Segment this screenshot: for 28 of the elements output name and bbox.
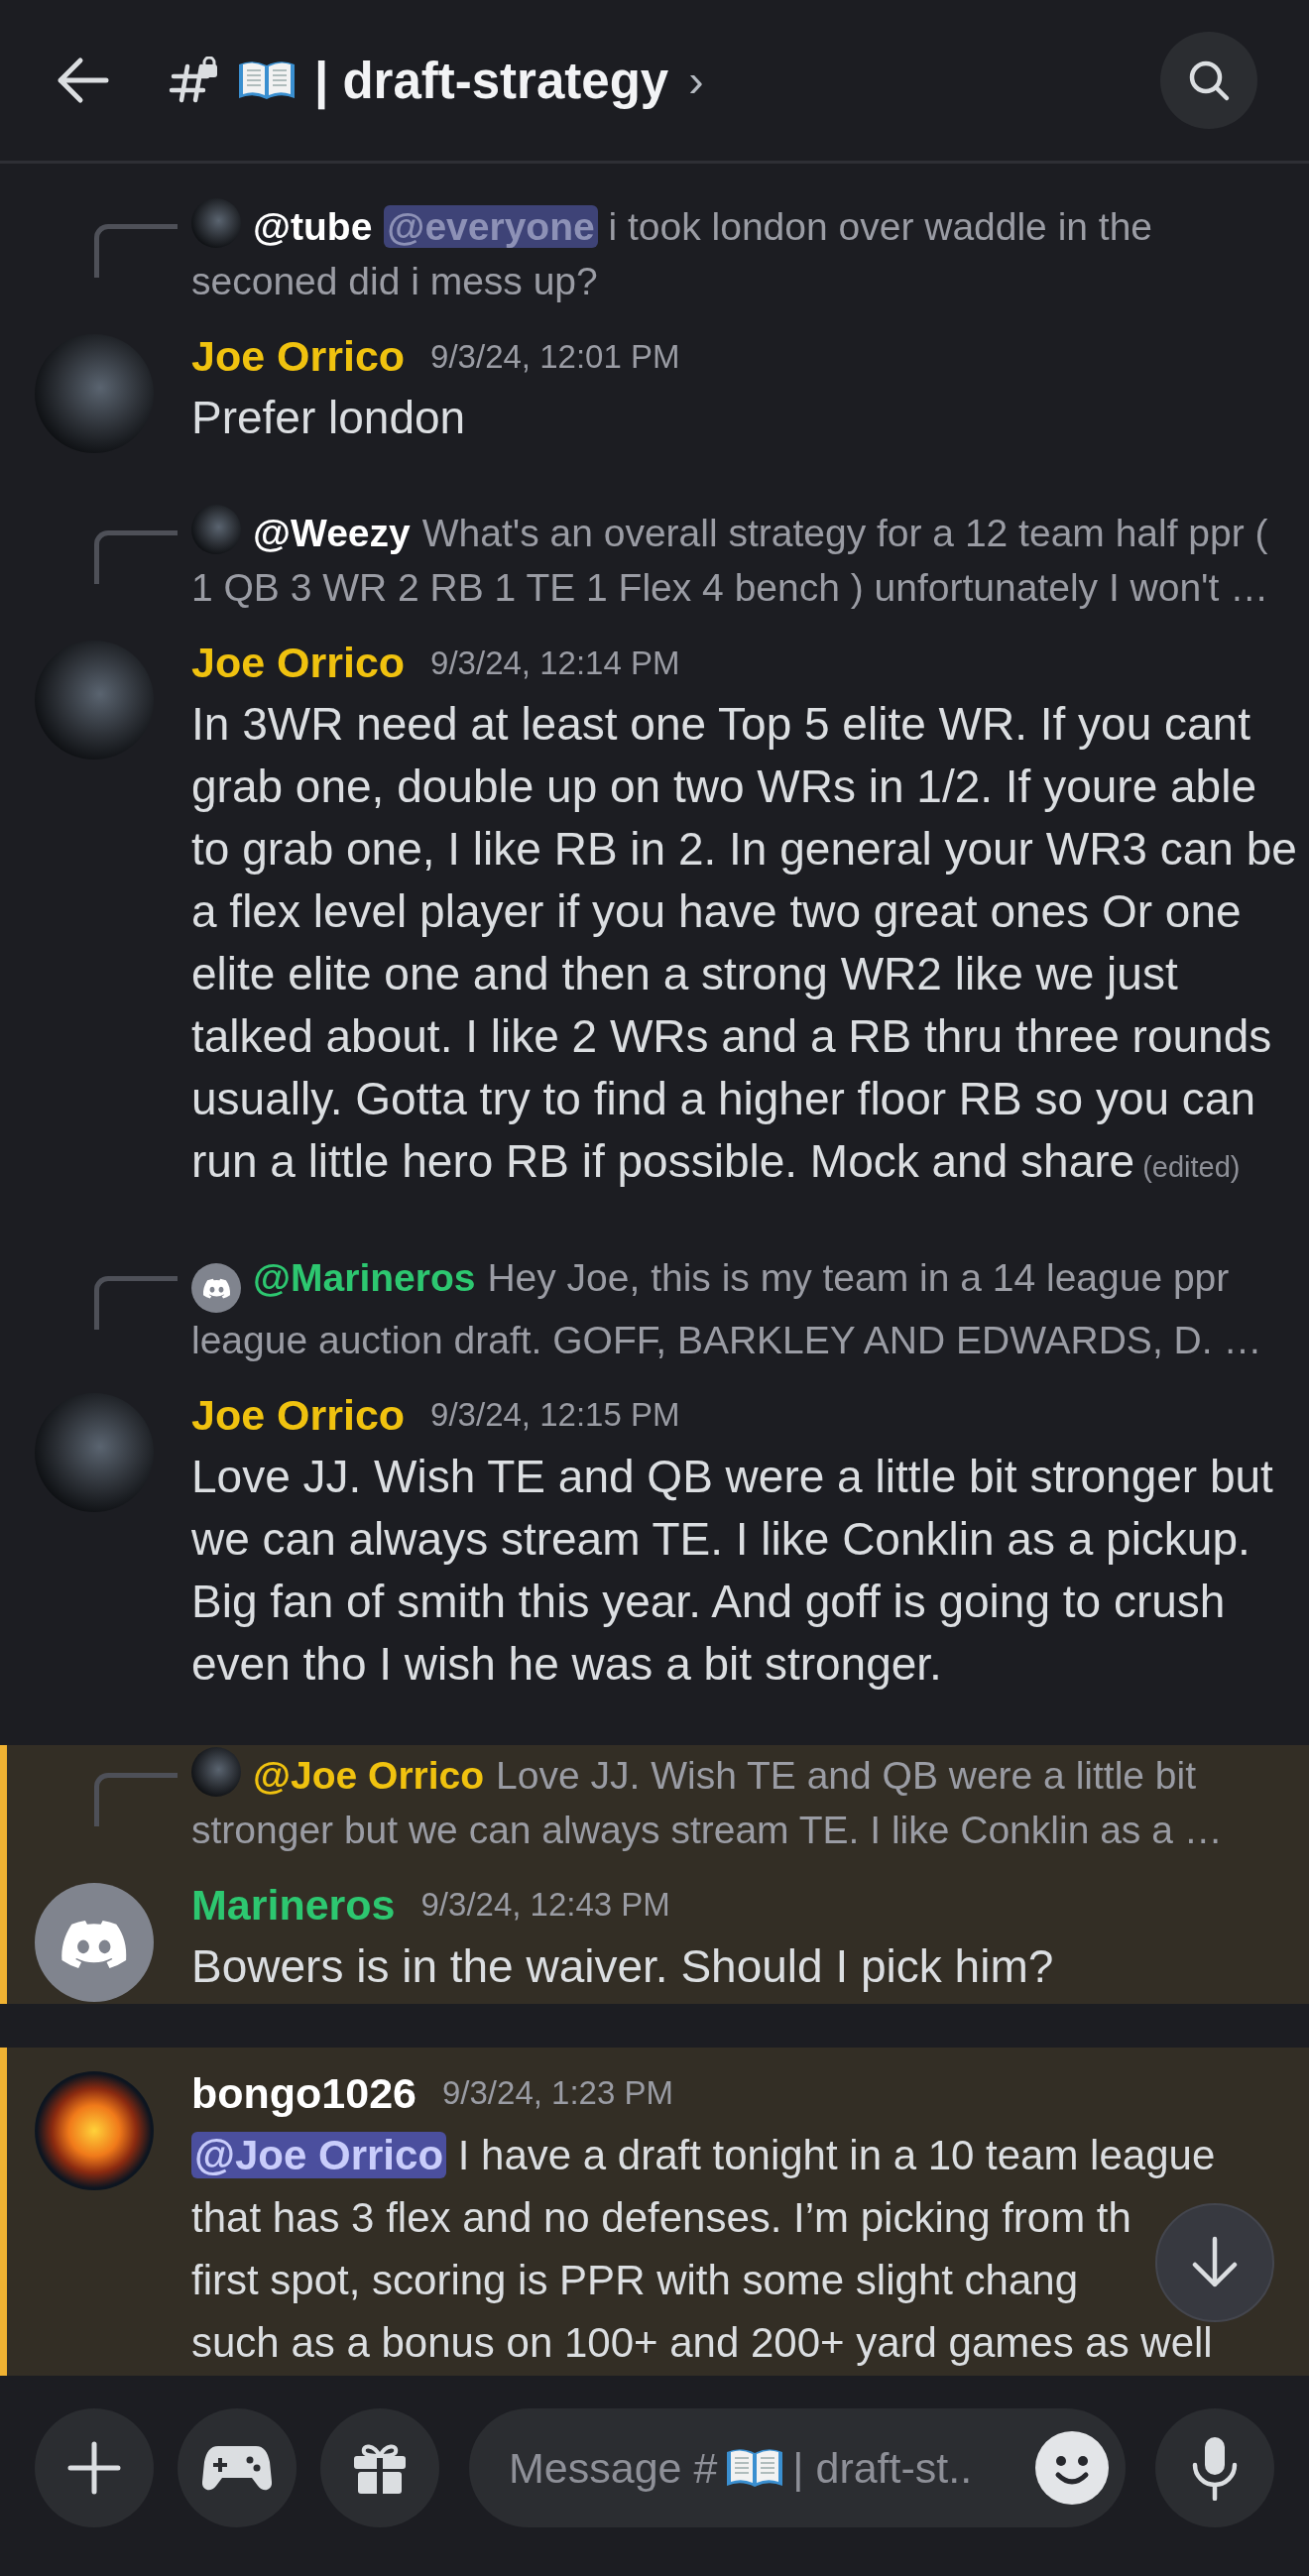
microphone-icon: [1190, 2435, 1240, 2501]
reply-avatar[interactable]: [191, 1263, 241, 1313]
chevron-icon[interactable]: ›: [688, 54, 704, 107]
message-text: Prefer london: [191, 391, 467, 445]
username[interactable]: Marineros: [191, 1881, 396, 1930]
message-text: Love JJ. Wish TE and QB were a little bit stronger but we can always stream TE. I like Conklin as a pickup. Big fan of smith this year. And goff is going to crush even tho I wish he was a bit stronger.: [191, 1450, 1274, 1692]
channel-name[interactable]: | draft-strategy: [314, 51, 669, 110]
timestamp: 9/3/24, 12:15 PM: [430, 1396, 680, 1435]
book-icon: [237, 59, 297, 102]
message-text: Bowers is in the waiver. Should I pick him?: [191, 1939, 1055, 1994]
locked-channel-icon: [168, 57, 219, 104]
username[interactable]: Joe Orrico: [191, 1391, 406, 1440]
emoji-icon[interactable]: [1034, 2430, 1110, 2506]
reply-preview[interactable]: @Weezy What's an overall strategy for a 12 team half ppr ( 1 QB 3 WR 2 RB 1 TE 1 Flex 4 bench ) unfortunately I won't …: [191, 505, 1299, 615]
timestamp: 9/3/24, 12:01 PM: [430, 337, 680, 376]
username[interactable]: Joe Orrico: [191, 332, 406, 381]
message-text: In 3WR need at least one Top 5 elite WR. If you cant grab one, double up on two WRs in 1/2. If youre able to grab one, I like RB in 2. In general your WR3 can be a flex level player if you have two great ones Or one elite elite one and then a strong WR2 like we just talked about. I like 2 WRs and a RB thru three rounds usually. Gotta try to find a higher floor RB so you can run a little hero RB if possible. Mock and share (edited): [191, 697, 1298, 1189]
message-input[interactable]: Message # | draft-st..: [469, 2408, 1126, 2527]
message-text: @Joe Orrico I have a draft tonight in a 10 team league that has 3 flex and no defenses. I’m picking from th first spot, scoring is PPR with some slight chang such as a bonus on 100+ and 200+ yard games as well: [191, 2130, 1217, 2368]
timestamp: 9/3/24, 12:14 PM: [430, 644, 680, 682]
username[interactable]: bongo1026: [191, 2069, 416, 2118]
timestamp: 9/3/24, 12:43 PM: [420, 1886, 670, 1925]
timestamp: 9/3/24, 1:23 PM: [442, 2074, 673, 2113]
reply-preview[interactable]: @Joe Orrico Love JJ. Wish TE and QB were a little bit stronger but we can always stream TE. I like Conklin as a …: [191, 1747, 1299, 1857]
reply-preview[interactable]: @tube @everyone i took london over waddle in the seconed did i mess up?: [191, 198, 1299, 308]
book-icon: [725, 2446, 785, 2490]
reply-preview[interactable]: @Marineros Hey Joe, this is my team in a 14 league ppr league auction draft. GOFF, BARKLEY AND EDWARDS, D. …: [191, 1250, 1299, 1367]
username[interactable]: Joe Orrico: [191, 639, 406, 687]
